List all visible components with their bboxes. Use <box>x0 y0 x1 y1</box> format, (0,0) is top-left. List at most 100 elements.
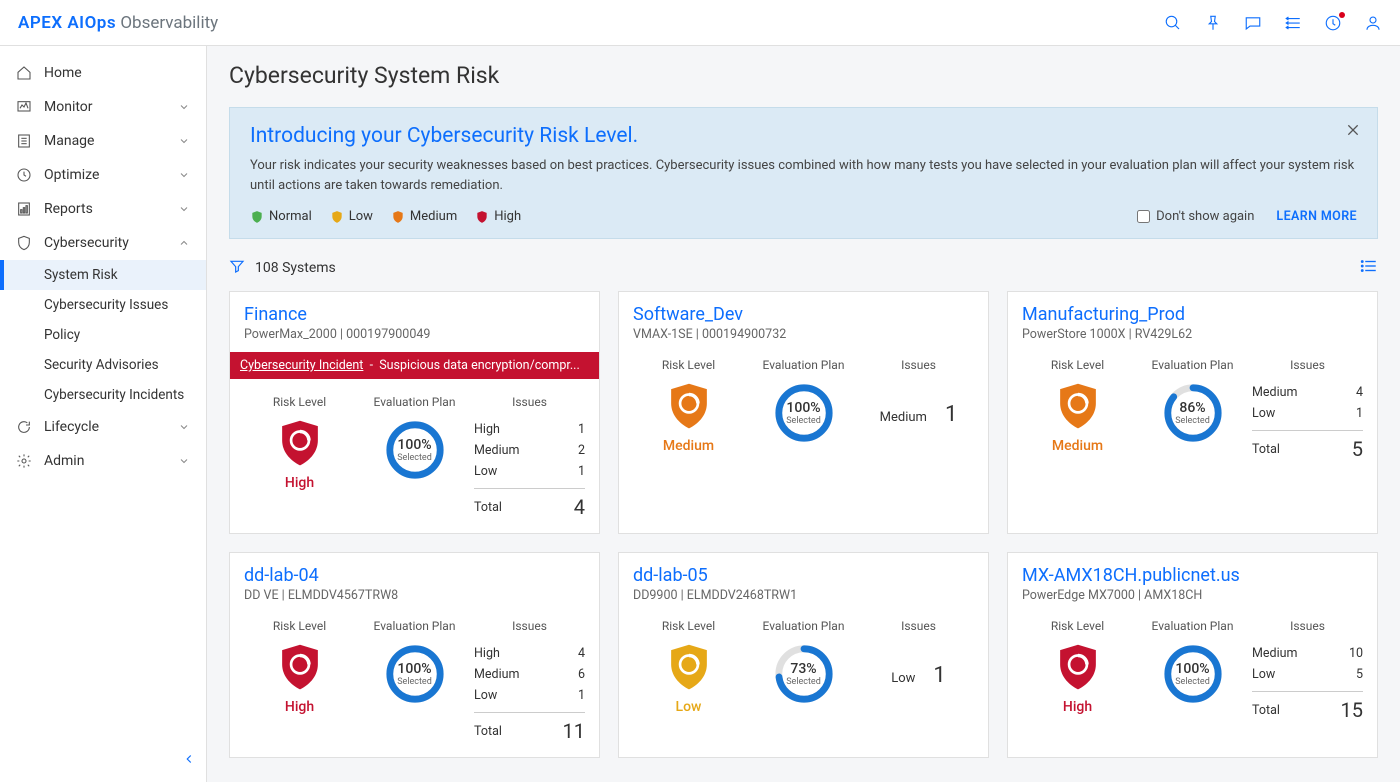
sidebar-item-monitor[interactable]: Monitor <box>0 90 206 124</box>
shield-normal-icon <box>250 210 264 224</box>
column-header: Issues <box>901 358 936 372</box>
optimize-icon <box>16 167 32 183</box>
issue-value: 4 <box>578 646 585 661</box>
user-icon[interactable] <box>1364 14 1382 32</box>
search-icon[interactable] <box>1164 14 1182 32</box>
issue-value: 10 <box>1349 646 1363 661</box>
sidebar-sub-policy[interactable]: Policy <box>0 320 206 350</box>
issue-label: Low <box>1252 667 1275 682</box>
learn-more-link[interactable]: LEARN MORE <box>1276 209 1357 224</box>
evaluation-donut: 86% Selected <box>1162 382 1224 444</box>
sidebar-item-cybersecurity[interactable]: Cybersecurity <box>0 226 206 260</box>
issue-value: 1 <box>933 663 945 688</box>
total-value: 11 <box>563 719 585 743</box>
banner-text: Your risk indicates your security weakne… <box>250 156 1357 195</box>
column-header: Evaluation Plan <box>374 619 456 633</box>
risk-level-label: High <box>285 475 314 491</box>
chevron-down-icon <box>178 203 190 215</box>
system-name-link[interactable]: Finance <box>244 304 585 325</box>
sidebar-item-optimize[interactable]: Optimize <box>0 158 206 192</box>
column-header: Evaluation Plan <box>1152 358 1234 372</box>
shield-high-icon <box>475 210 489 224</box>
sidebar-item-home[interactable]: Home <box>0 56 206 90</box>
risk-level-label: Medium <box>663 438 714 454</box>
cards-grid: Finance PowerMax_2000 | 000197900049 Cyb… <box>229 291 1378 758</box>
tasks-icon[interactable] <box>1284 14 1302 32</box>
incident-banner[interactable]: Cybersecurity Incident - Suspicious data… <box>230 352 599 379</box>
system-card: MX-AMX18CH.publicnet.us PowerEdge MX7000… <box>1007 552 1378 758</box>
plan-percent: 73% <box>790 661 816 677</box>
filter-icon[interactable] <box>229 258 245 278</box>
sidebar-item-admin[interactable]: Admin <box>0 444 206 478</box>
filter-row: 108 Systems <box>229 257 1378 279</box>
risk-shield-icon <box>278 419 322 469</box>
pin-icon[interactable] <box>1204 14 1222 32</box>
column-header: Evaluation Plan <box>374 395 456 409</box>
system-name-link[interactable]: Software_Dev <box>633 304 974 325</box>
sidebar-sub-issues[interactable]: Cybersecurity Issues <box>0 290 206 320</box>
column-header: Risk Level <box>662 619 715 633</box>
total-value: 4 <box>574 495 585 519</box>
issue-label: High <box>474 422 500 437</box>
sidebar-item-label: Cybersecurity <box>44 235 166 251</box>
plan-percent: 86% <box>1179 400 1205 416</box>
issue-value: 5 <box>1356 667 1363 682</box>
system-subtitle: PowerStore 1000X | RV429L62 <box>1022 327 1363 342</box>
sidebar-item-label: Manage <box>44 133 166 149</box>
sidebar-item-manage[interactable]: Manage <box>0 124 206 158</box>
brand-main: APEX AIOps <box>18 13 116 33</box>
system-subtitle: VMAX-1SE | 000194900732 <box>633 327 974 342</box>
plan-selected-label: Selected <box>397 677 432 687</box>
system-name-link[interactable]: dd-lab-04 <box>244 565 585 586</box>
column-header: Evaluation Plan <box>763 358 845 372</box>
total-label: Total <box>1252 442 1280 457</box>
shield-medium-icon <box>391 210 405 224</box>
plan-percent: 100% <box>786 400 820 416</box>
plan-selected-label: Selected <box>1175 677 1210 687</box>
column-header: Issues <box>901 619 936 633</box>
sidebar-item-reports[interactable]: Reports <box>0 192 206 226</box>
sidebar-sub-system-risk[interactable]: System Risk <box>0 260 206 290</box>
plan-selected-label: Selected <box>786 416 821 426</box>
notifications-icon[interactable] <box>1324 14 1342 32</box>
sidebar-sub-advisories[interactable]: Security Advisories <box>0 350 206 380</box>
evaluation-donut: 100% Selected <box>773 382 835 444</box>
topbar-actions <box>1164 14 1382 32</box>
plan-percent: 100% <box>1175 661 1209 677</box>
legend-label: High <box>494 209 521 224</box>
risk-shield-icon <box>667 382 711 432</box>
list-view-icon[interactable] <box>1360 257 1378 279</box>
evaluation-donut: 73% Selected <box>773 643 835 705</box>
system-subtitle: PowerEdge MX7000 | AMX18CH <box>1022 588 1363 603</box>
system-name-link[interactable]: dd-lab-05 <box>633 565 974 586</box>
sidebar-item-lifecycle[interactable]: Lifecycle <box>0 410 206 444</box>
sidebar-sub-incidents[interactable]: Cybersecurity Incidents <box>0 380 206 410</box>
risk-shield-icon <box>1056 382 1100 432</box>
issue-label: Medium <box>880 410 927 425</box>
risk-level-label: Medium <box>1052 438 1103 454</box>
banner-title: Introducing your Cybersecurity Risk Leve… <box>250 124 1357 148</box>
chevron-down-icon <box>178 421 190 433</box>
close-icon[interactable] <box>1345 122 1361 142</box>
dont-show-checkbox[interactable]: Don't show again <box>1137 209 1254 224</box>
issue-label: Medium <box>474 667 519 682</box>
monitor-icon <box>16 99 32 115</box>
system-name-link[interactable]: MX-AMX18CH.publicnet.us <box>1022 565 1363 586</box>
system-name-link[interactable]: Manufacturing_Prod <box>1022 304 1363 325</box>
issue-label: Low <box>891 671 915 686</box>
brand: APEX AIOps Observability <box>18 13 218 33</box>
risk-shield-icon <box>667 643 711 693</box>
column-header: Issues <box>512 395 547 409</box>
chat-icon[interactable] <box>1244 14 1262 32</box>
system-subtitle: DD VE | ELMDDV4567TRW8 <box>244 588 585 603</box>
sidebar-collapse-button[interactable] <box>182 751 196 770</box>
issue-label: Low <box>1252 406 1275 421</box>
risk-shield-icon <box>1056 643 1100 693</box>
sidebar-item-label: Home <box>44 65 190 81</box>
home-icon <box>16 65 32 81</box>
risk-shield-icon <box>278 643 322 693</box>
evaluation-donut: 100% Selected <box>384 643 446 705</box>
shield-icon <box>16 235 32 251</box>
issue-value: 2 <box>578 443 585 458</box>
issue-value: 1 <box>578 464 585 479</box>
